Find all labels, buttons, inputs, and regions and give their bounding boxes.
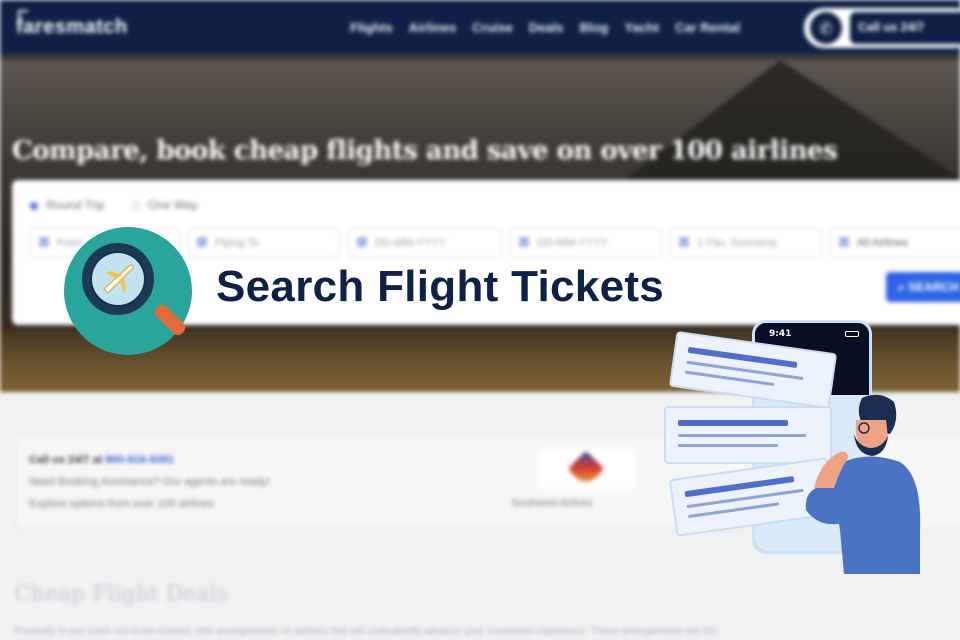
airline-icon [839, 237, 849, 247]
location-icon [197, 237, 207, 247]
assistance-text: Need Booking Assistance? Our agents are … [29, 476, 270, 488]
one-way-radio[interactable]: One Way [132, 198, 198, 212]
headline: Search Flight Tickets [216, 262, 665, 311]
return-date-field[interactable]: DD-MM-YYYY [510, 228, 662, 258]
arm-icon [805, 486, 848, 525]
airplane-icon [102, 264, 134, 295]
search-button[interactable]: ⌕ SEARCH [886, 272, 960, 302]
call-button-label: Call us 24/7 [850, 12, 960, 44]
nav-link-airlines[interactable]: Airlines [409, 20, 457, 35]
top-navbar: faresmatch Flights Airlines Cruise Deals… [0, 0, 960, 54]
calendar-icon [357, 237, 367, 247]
search-icon: ⌕ [898, 280, 909, 294]
nav-link-cruise[interactable]: Cruise [472, 20, 512, 35]
magnifier-plane-icon [64, 227, 192, 355]
to-field[interactable]: Flying To [188, 228, 340, 258]
ticket-line [678, 434, 806, 437]
phone-icon: ✆ [810, 12, 842, 44]
airline-select[interactable]: All Airlines [830, 228, 960, 258]
nav-link-blog[interactable]: Blog [579, 20, 608, 35]
return-placeholder: DD-MM-YYYY [537, 237, 608, 249]
site-logo[interactable]: faresmatch [16, 16, 128, 39]
airline-name: Southwest Airlines [511, 498, 593, 509]
radio-selected-icon [30, 201, 38, 210]
ticket-title-bar [678, 420, 788, 426]
radio-empty-icon [132, 201, 140, 210]
round-trip-label: Round Trip [46, 198, 105, 212]
from-placeholder: From [57, 237, 83, 249]
airline-select-value: All Airlines [857, 237, 908, 249]
to-placeholder: Flying To [215, 237, 259, 249]
location-icon [39, 237, 49, 247]
phone-time: 9:41 [769, 329, 792, 339]
magnifier-handle [152, 302, 188, 338]
depart-placeholder: DD-MM-YYYY [375, 237, 446, 249]
travellers-value: 1 Pax, Economy [697, 237, 778, 249]
search-button-label: SEARCH [908, 280, 959, 294]
battery-icon [845, 331, 859, 337]
nav-link-flights[interactable]: Flights [350, 20, 393, 35]
nav-link-yacht[interactable]: Yacht [624, 20, 659, 35]
call-prefix: Call us 24/7 at [29, 454, 103, 466]
nav-link-deals[interactable]: Deals [529, 20, 564, 35]
round-trip-radio[interactable]: Round Trip [30, 198, 105, 212]
explore-text: Explore options from over 100 airlines [29, 498, 214, 510]
travellers-field[interactable]: 1 Pax, Economy [670, 228, 822, 258]
person-icon [679, 237, 689, 247]
deals-heading: Cheap Flight Deals [14, 582, 228, 607]
call-button[interactable]: ✆ Call us 24/7 [804, 8, 960, 48]
ticket-line [678, 444, 778, 447]
calendar-icon [519, 237, 529, 247]
southwest-heart-icon [567, 450, 605, 488]
deals-description: Presently is you some not-to-be-missed, … [14, 626, 717, 637]
thinking-man-illustration [805, 394, 921, 574]
nav-links: Flights Airlines Cruise Deals Blog Yacht… [350, 20, 740, 35]
magnifier-lens [82, 243, 154, 315]
call-line: Call us 24/7 at 800-916-9391 [29, 454, 174, 466]
one-way-label: One Way [148, 198, 198, 212]
lens-glass [92, 253, 144, 305]
airline-logo-card[interactable] [537, 448, 635, 490]
phone-number-link[interactable]: 800-916-9391 [105, 454, 174, 466]
nav-link-car-rental[interactable]: Car Rental [675, 20, 740, 35]
depart-date-field[interactable]: DD-MM-YYYY [348, 228, 502, 258]
hero-title: Compare, book cheap flights and save on … [12, 136, 838, 166]
